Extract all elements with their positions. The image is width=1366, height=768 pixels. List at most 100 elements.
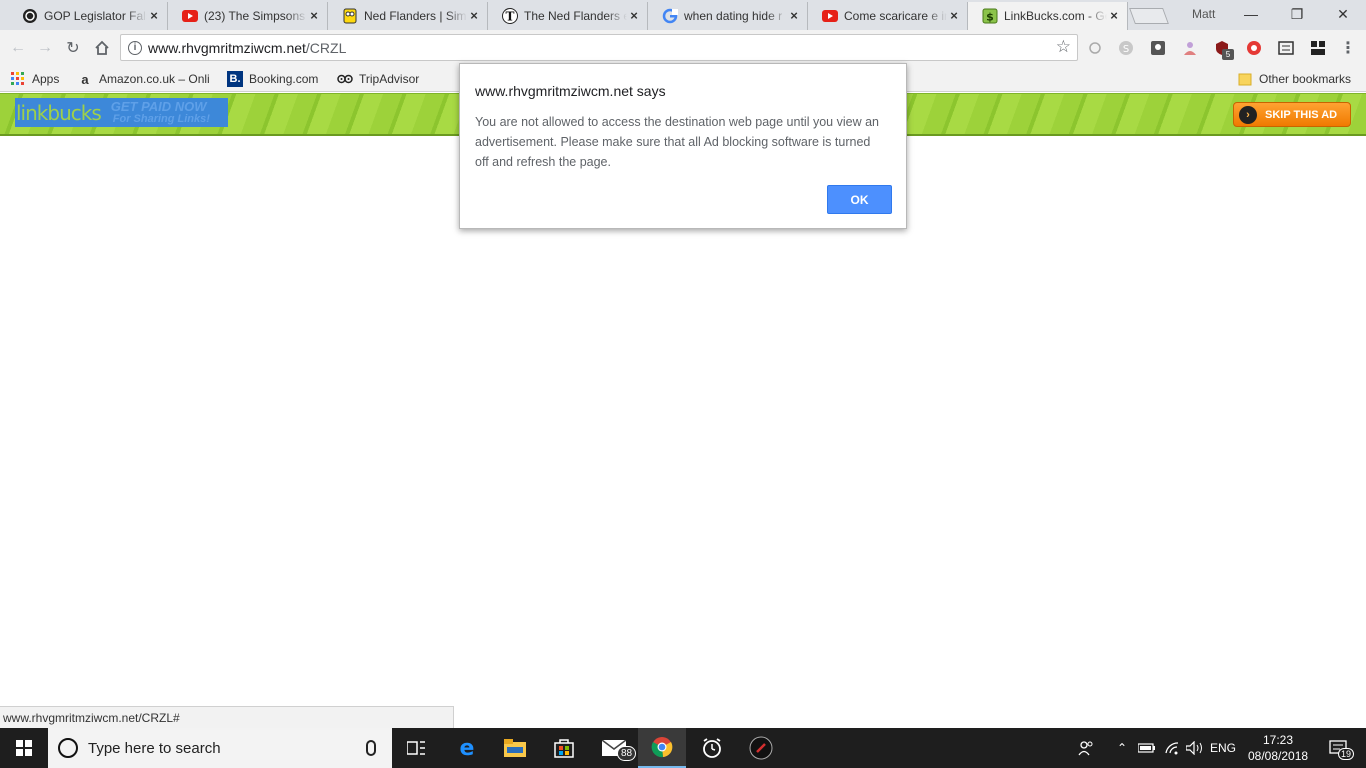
tagline-line2: For Sharing Links! xyxy=(112,112,210,125)
close-icon[interactable]: × xyxy=(1107,9,1121,23)
menu-kebab-icon[interactable]: ⋮ xyxy=(1339,39,1357,57)
address-url[interactable]: www.rhvgmritmziwcm.net/CRZL xyxy=(148,40,346,56)
booking-icon: B. xyxy=(227,71,243,87)
skype-icon[interactable]: S xyxy=(1117,39,1135,57)
close-icon[interactable]: × xyxy=(147,9,161,23)
file-explorer-app[interactable] xyxy=(491,728,539,768)
clock-time: 17:23 xyxy=(1262,733,1294,747)
bookmark-star-icon[interactable]: ☆ xyxy=(1056,37,1071,57)
skip-arrow-icon: › xyxy=(1239,105,1257,124)
tab-title: Ned Flanders | Simp xyxy=(364,9,467,23)
tab-strip: GOP Legislator False × (23) The Simpsons… xyxy=(0,0,1366,30)
edge-icon: e xyxy=(460,737,475,759)
clock[interactable]: 17:23 08/08/2018 xyxy=(1248,732,1308,764)
home-button[interactable] xyxy=(91,37,113,59)
cortana-icon xyxy=(58,738,78,758)
skip-ad-button[interactable]: › SKIP THIS AD xyxy=(1233,102,1351,127)
close-icon[interactable]: × xyxy=(627,9,641,23)
close-icon[interactable]: × xyxy=(947,9,961,23)
svg-text:S: S xyxy=(1123,44,1129,55)
lightbulb-icon[interactable] xyxy=(1149,39,1167,57)
profile-name[interactable]: Matt xyxy=(1192,7,1215,21)
edge-app[interactable]: e xyxy=(443,728,491,768)
forward-arrow-icon: → xyxy=(37,39,53,56)
close-window-button[interactable]: ✕ xyxy=(1320,0,1366,28)
tab-ned-flanders-simpsons[interactable]: Ned Flanders | Simp × xyxy=(328,2,488,30)
bookmark-amazon[interactable]: a Amazon.co.uk – Onli xyxy=(77,70,217,88)
reader-extension-icon[interactable] xyxy=(1277,39,1295,57)
tripadvisor-icon xyxy=(337,71,353,87)
extension-circle-icon[interactable] xyxy=(1086,39,1104,57)
wifi-icon xyxy=(1165,742,1179,755)
bookmark-apps[interactable]: Apps xyxy=(10,70,59,88)
tab-title: The Ned Flanders e xyxy=(524,9,627,23)
people-icon xyxy=(1078,741,1093,756)
chevron-up-icon: ⌃ xyxy=(1116,741,1128,755)
ok-button[interactable]: OK xyxy=(827,185,892,214)
back-button[interactable]: ← xyxy=(7,37,29,59)
show-hidden-icons[interactable]: ⌃ xyxy=(1112,728,1132,768)
forward-button[interactable]: → xyxy=(34,37,56,59)
volume-indicator[interactable] xyxy=(1184,728,1206,768)
linkbucks-brand: linkbucks xyxy=(16,100,102,125)
wifi-indicator[interactable] xyxy=(1160,728,1184,768)
tab-google-search[interactable]: when dating hide r × xyxy=(648,2,808,30)
linkbucks-tagline: GET PAID NOW For Sharing Links! xyxy=(111,100,210,125)
action-center-button[interactable]: 19 xyxy=(1318,728,1358,768)
other-bookmarks[interactable]: Other bookmarks xyxy=(1237,70,1351,88)
store-icon xyxy=(554,739,574,758)
tab-ned-flanders-telegraph[interactable]: T The Ned Flanders e × xyxy=(488,2,648,30)
media-app[interactable] xyxy=(737,728,785,768)
battery-indicator[interactable] xyxy=(1136,728,1158,768)
folder-icon xyxy=(1237,71,1253,87)
address-bar[interactable]: i www.rhvgmritmziwcm.net/CRZL ☆ xyxy=(120,34,1078,61)
mail-app[interactable]: 88 xyxy=(590,728,638,768)
tab-title: (23) The Simpsons xyxy=(204,9,306,23)
battery-icon xyxy=(1138,743,1155,753)
volume-icon xyxy=(1186,741,1202,755)
tiles-extension-icon[interactable] xyxy=(1309,39,1327,57)
task-view-button[interactable] xyxy=(392,728,440,768)
amazon-icon: a xyxy=(81,71,89,87)
tab-linkbucks[interactable]: $ LinkBucks.com - Ge × xyxy=(968,2,1128,30)
store-app[interactable] xyxy=(540,728,588,768)
bookmark-booking[interactable]: B. Booking.com xyxy=(227,70,318,88)
notification-count: 19 xyxy=(1338,748,1355,760)
new-tab-button[interactable] xyxy=(1129,8,1169,24)
chrome-app[interactable] xyxy=(638,728,686,768)
minimize-button[interactable]: — xyxy=(1228,0,1274,28)
restore-button[interactable]: ❐ xyxy=(1274,0,1320,28)
clock-date: 08/08/2018 xyxy=(1248,749,1309,763)
tab-gop-legislator[interactable]: GOP Legislator False × xyxy=(8,2,168,30)
close-icon[interactable]: × xyxy=(307,9,321,23)
start-button[interactable] xyxy=(0,728,48,768)
linkbucks-logo[interactable]: linkbucks GET PAID NOW For Sharing Links… xyxy=(15,98,228,127)
tab-simpsons-youtube[interactable]: (23) The Simpsons × xyxy=(168,2,328,30)
tab-title: GOP Legislator False xyxy=(44,9,147,23)
telegraph-icon: T xyxy=(502,8,518,24)
other-bookmarks-label: Other bookmarks xyxy=(1259,72,1352,86)
simpsons-icon xyxy=(342,8,358,24)
chrome-icon xyxy=(651,737,673,758)
bookmark-tripadvisor[interactable]: TripAdvisor xyxy=(337,70,419,88)
tab-title: Come scaricare e in xyxy=(844,9,947,23)
user-extension-icon[interactable] xyxy=(1181,39,1199,57)
windows-taskbar: Type here to search e 88 ⌃ ENG 17:23 08/… xyxy=(0,728,1366,768)
reload-button[interactable]: ↻ xyxy=(62,37,84,59)
close-icon[interactable]: × xyxy=(787,9,801,23)
spin-icon xyxy=(22,8,38,24)
skip-ad-label: SKIP THIS AD xyxy=(1265,108,1338,121)
language-indicator[interactable]: ENG xyxy=(1208,728,1238,768)
mic-icon[interactable] xyxy=(366,740,376,756)
close-icon[interactable]: × xyxy=(467,9,481,23)
media-icon xyxy=(749,736,773,760)
info-icon[interactable]: i xyxy=(128,40,142,55)
youtube-icon xyxy=(182,8,198,24)
alarms-app[interactable] xyxy=(688,728,736,768)
tab-come-scaricare[interactable]: Come scaricare e in × xyxy=(808,2,968,30)
bookmark-label: Amazon.co.uk – Onli xyxy=(99,72,210,86)
red-extension-icon[interactable] xyxy=(1245,39,1263,57)
alarm-clock-icon xyxy=(703,738,721,758)
taskbar-search[interactable]: Type here to search xyxy=(48,728,392,768)
people-button[interactable] xyxy=(1074,728,1098,768)
